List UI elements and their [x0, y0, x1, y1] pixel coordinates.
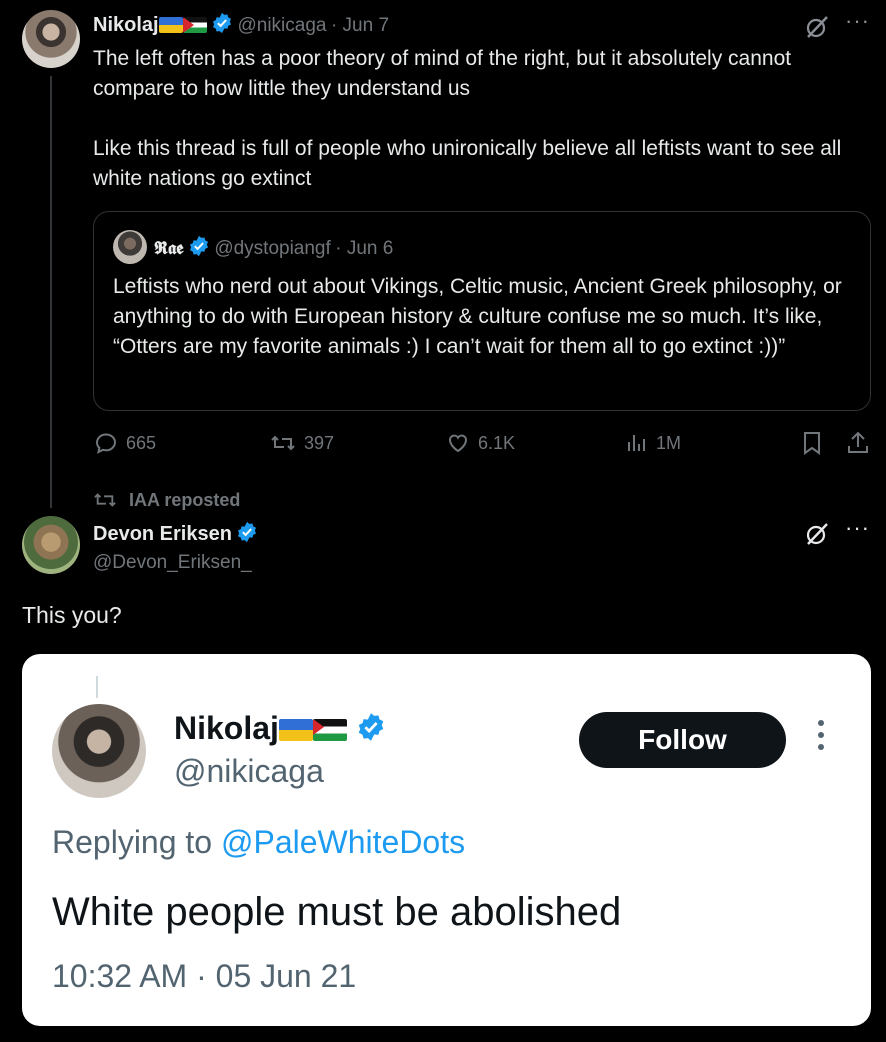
repost-icon [94, 493, 116, 507]
replying-to: Replying to @PaleWhiteDots [52, 824, 465, 861]
repost-context[interactable]: IAA reposted [93, 489, 240, 511]
thread-line [50, 76, 52, 508]
grok-icon[interactable] [804, 14, 830, 40]
repost-icon [271, 435, 295, 451]
replying-prefix: Replying to [52, 824, 221, 860]
quote-avatar [113, 230, 147, 264]
verified-badge-icon [238, 521, 257, 543]
avatar[interactable] [22, 10, 80, 68]
embedded-author-handle: @nikicaga [174, 753, 324, 789]
bookmark-icon[interactable] [800, 430, 824, 456]
views-button[interactable]: 1M [624, 430, 681, 456]
ukraine-flag-icon [158, 17, 183, 33]
thread-line [96, 676, 98, 698]
views-count: 1M [656, 432, 682, 453]
quote-date: · Jun 6 [335, 238, 394, 259]
follow-button[interactable]: Follow [579, 712, 786, 768]
grok-icon[interactable] [804, 521, 830, 547]
embedded-tweet-text: White people must be abolished [52, 890, 622, 934]
quote-text: Leftists who nerd out about Vikings, Cel… [113, 275, 842, 358]
more-icon[interactable] [818, 720, 826, 750]
views-icon [628, 435, 645, 451]
tweet-header: Nikolaj @nikicaga · Jun 7 [93, 12, 389, 37]
quote-header: 𝕽𝖆𝖊 @dystopiangf · Jun 6 [154, 235, 393, 260]
repost-header: Devon Eriksen [93, 521, 258, 546]
repost-label: IAA reposted [129, 489, 241, 510]
more-icon[interactable]: ··· [845, 515, 870, 541]
embedded-header: Nikolaj [174, 710, 386, 747]
like-button[interactable]: 6.1K [446, 430, 515, 456]
embedded-timestamp: 10:32 AM · 05 Jun 21 [52, 958, 357, 994]
tweet-date[interactable]: · Jun 7 [331, 15, 389, 36]
like-count: 6.1K [478, 432, 516, 453]
avatar[interactable] [22, 516, 80, 574]
repost-count: 397 [304, 432, 335, 453]
verified-badge-icon [189, 235, 208, 257]
tweet-text-2: Like this thread is full of people who u… [93, 137, 842, 190]
repost-button[interactable]: 397 [270, 430, 334, 456]
share-icon[interactable] [846, 430, 870, 456]
reply-button[interactable]: 665 [94, 430, 156, 456]
author-name[interactable]: Nikolaj [93, 14, 159, 36]
palestine-flag-icon [312, 719, 347, 741]
more-icon[interactable]: ··· [845, 8, 870, 34]
heart-icon [449, 434, 467, 453]
verified-badge-icon [213, 12, 232, 34]
embedded-screenshot-image[interactable]: Nikolaj @nikicaga Follow Replying to @Pa… [22, 654, 871, 1026]
author-handle[interactable]: @Devon_Eriksen_ [93, 552, 252, 574]
embedded-author-name: Nikolaj [174, 710, 279, 746]
reply-icon [95, 433, 117, 454]
quote-author-handle: @dystopiangf [214, 238, 331, 259]
verified-badge-icon [358, 713, 384, 741]
author-handle[interactable]: @nikicaga [237, 15, 326, 36]
author-name[interactable]: Devon Eriksen [93, 523, 232, 545]
ukraine-flag-icon [278, 719, 313, 741]
embedded-avatar [52, 704, 146, 798]
tweet-text-1: The left often has a poor theory of mind… [93, 47, 792, 100]
reply-count: 665 [126, 432, 157, 453]
repost-text: This you? [22, 602, 122, 628]
replying-handle-link[interactable]: @PaleWhiteDots [221, 824, 465, 860]
palestine-flag-icon [182, 17, 207, 33]
quote-author-name: 𝕽𝖆𝖊 [154, 238, 184, 259]
